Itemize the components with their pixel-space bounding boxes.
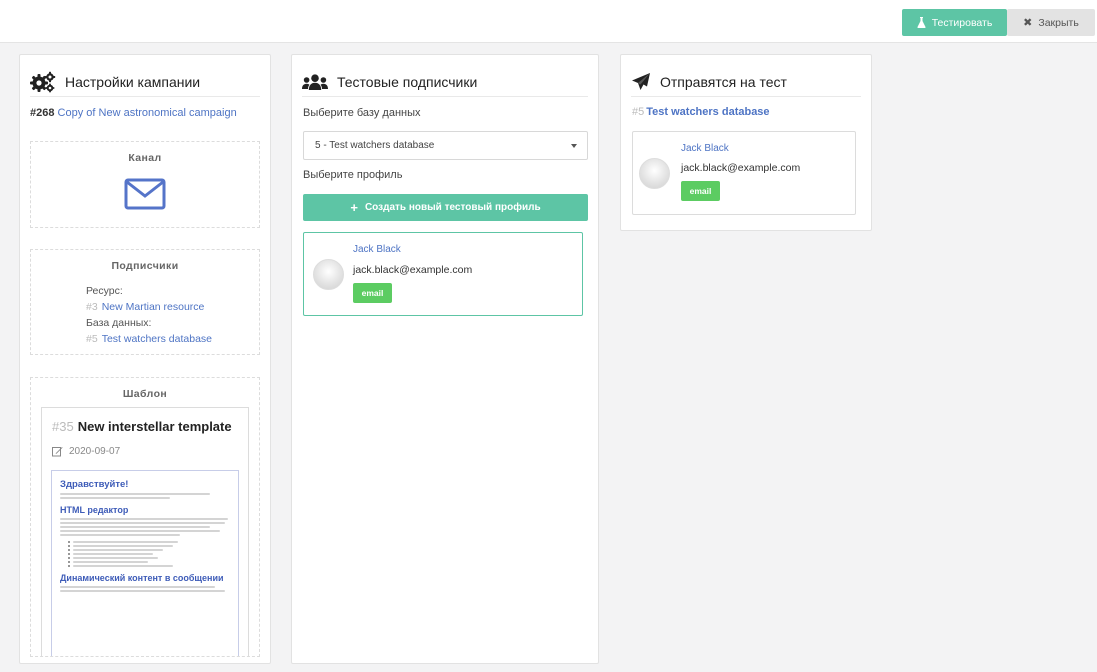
profile-email: jack.black@example.com (353, 264, 473, 276)
send-profile-email: jack.black@example.com (681, 162, 801, 174)
subscribers-section: Подписчики Ресурс: #3 New Martian resourc… (30, 249, 260, 355)
database-row: #5 Test watchers database (86, 331, 212, 347)
database-link[interactable]: Test watchers database (102, 333, 212, 345)
send-database-line: #5 Test watchers database (632, 106, 770, 118)
template-date-row: 2020-09-07 (52, 446, 120, 457)
close-button[interactable]: ✖ Закрыть (1007, 9, 1095, 36)
send-to-test-title: Отправятся на тест (660, 73, 787, 90)
template-preview: Здравствуйте! HTML редактор Динамический… (51, 470, 239, 656)
avatar (313, 259, 344, 290)
channel-title: Канал (128, 152, 162, 164)
preview-greeting: Здравствуйте! (60, 479, 129, 490)
resource-number: #3 (86, 301, 98, 313)
database-number: #5 (86, 333, 98, 345)
subscribers-info: Ресурс: #3 New Martian resource База данн… (86, 283, 212, 347)
template-section: Шаблон #35 New interstellar template 2020… (30, 377, 260, 657)
users-icon (302, 73, 328, 90)
paper-plane-icon (632, 72, 650, 90)
template-number: #35 (52, 419, 74, 434)
preview-heading-dynamic: Динамический контент в сообщении (60, 573, 224, 583)
template-title: Шаблон (122, 388, 168, 400)
channel-badge: email (353, 283, 392, 303)
profile-select-label: Выберите профиль (303, 169, 403, 181)
send-database-link[interactable]: Test watchers database (646, 106, 769, 118)
subscribers-title: Подписчики (111, 260, 179, 272)
template-date: 2020-09-07 (69, 446, 121, 457)
campaign-settings-title: Настройки кампании (65, 73, 201, 90)
template-card[interactable]: #35 New interstellar template 2020-09-07 … (41, 407, 249, 656)
test-subscribers-panel: Тестовые подписчики Выберите базу данных… (291, 54, 599, 664)
test-subscribers-header: Тестовые подписчики (302, 67, 588, 97)
close-button-label: Закрыть (1038, 16, 1079, 29)
chevron-down-icon (571, 144, 577, 148)
database-select-value: 5 - Test watchers database (315, 140, 435, 151)
send-channel-badge: email (681, 181, 720, 201)
campaign-link[interactable]: Copy of New astronomical campaign (58, 107, 237, 119)
envelope-icon (124, 178, 166, 210)
close-icon: ✖ (1023, 17, 1033, 29)
campaign-line: #268 Copy of New astronomical campaign (30, 107, 237, 119)
send-avatar (639, 158, 670, 189)
campaign-number: #268 (30, 107, 55, 119)
test-button[interactable]: Тестировать (902, 9, 1007, 36)
test-subscribers-title: Тестовые подписчики (337, 73, 478, 90)
channel-section: Канал (30, 141, 260, 228)
flask-icon (917, 17, 926, 28)
profile-name[interactable]: Jack Black (353, 244, 401, 255)
campaign-settings-panel: Настройки кампании #268 Copy of New astr… (19, 54, 271, 664)
resource-label: Ресурс: (86, 285, 123, 297)
template-name-row: #35 New interstellar template (52, 419, 232, 434)
send-to-test-panel: Отправятся на тест #5 Test watchers datab… (620, 54, 872, 231)
plus-icon: + (350, 200, 358, 215)
send-to-test-header: Отправятся на тест (631, 67, 861, 97)
preview-heading-editor: HTML редактор (60, 505, 129, 515)
send-profile-card[interactable]: Jack Black jack.black@example.com email (632, 131, 856, 215)
campaign-settings-header: Настройки кампании (30, 67, 260, 97)
resource-link[interactable]: New Martian resource (102, 301, 205, 313)
send-database-number: #5 (632, 106, 645, 118)
database-label: База данных: (86, 317, 152, 329)
create-test-profile-label: Создать новый тестовый профиль (364, 202, 541, 213)
database-select-label: Выберите базу данных (303, 107, 421, 119)
resource-row: #3 New Martian resource (86, 299, 212, 315)
edit-icon (52, 447, 63, 457)
profile-card-selected[interactable]: Jack Black jack.black@example.com email (303, 232, 583, 316)
gears-icon (30, 71, 56, 92)
test-button-label: Тестировать (931, 16, 993, 29)
template-name: New interstellar template (77, 419, 232, 434)
send-profile-name[interactable]: Jack Black (681, 143, 729, 154)
create-test-profile-button[interactable]: + Создать новый тестовый профиль (303, 194, 588, 221)
top-toolbar: Тестировать ✖ Закрыть (0, 0, 1097, 43)
database-select[interactable]: 5 - Test watchers database (303, 131, 588, 160)
